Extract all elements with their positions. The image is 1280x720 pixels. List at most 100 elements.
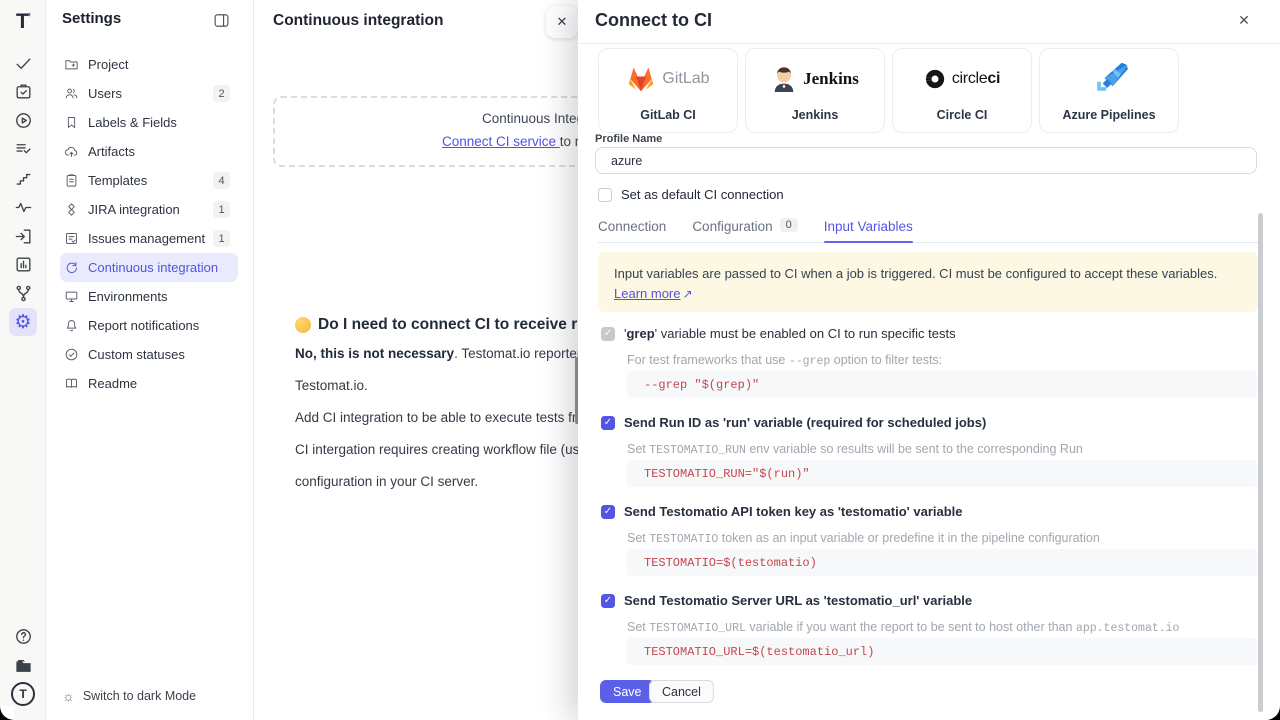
rail-item-account[interactable]: T xyxy=(9,680,37,708)
profile-name-label: Profile Name xyxy=(595,133,662,145)
page-title: Continuous integration xyxy=(273,12,443,30)
sidebar-item-continuous-integration[interactable]: Continuous integration xyxy=(60,253,238,282)
activity-icon xyxy=(14,198,33,217)
modal-tabs: Connection Configuration0 Input Variable… xyxy=(598,219,1258,243)
circleci-logo-icon xyxy=(924,68,946,90)
connect-ci-service-link[interactable]: Connect CI service xyxy=(442,134,560,149)
panel-collapse-icon xyxy=(213,12,230,29)
check-icon xyxy=(14,54,33,73)
sidebar-item-readme[interactable]: Readme xyxy=(60,369,238,398)
rail-item-results[interactable] xyxy=(9,135,37,163)
grep-variable-desc: For test frameworks that use --grep opti… xyxy=(627,353,942,368)
default-ci-checkbox-label: Set as default CI connection xyxy=(621,187,784,202)
folder-project-icon xyxy=(64,57,79,72)
gitlab-wordmark: GitLab xyxy=(662,70,709,88)
rail-item-import[interactable] xyxy=(9,222,37,250)
clipboard-text-icon xyxy=(64,173,79,188)
rail-item-projects[interactable] xyxy=(9,651,37,679)
connect-to-ci-modal: Connect to CI ✕ GitLab GitLab CI Jenkins… xyxy=(578,0,1280,720)
api-token-desc: Set TESTOMATIO token as an input variabl… xyxy=(627,531,1100,546)
grep-variable-row[interactable]: ✓ 'grep' variable must be enabled on CI … xyxy=(601,326,956,341)
rail-item-plans[interactable] xyxy=(9,77,37,105)
book-open-icon xyxy=(64,376,79,391)
rail-item-branches[interactable] xyxy=(9,279,37,307)
server-url-row[interactable]: ✓ Send Testomatio Server URL as 'testoma… xyxy=(601,593,972,608)
modal-title: Connect to CI xyxy=(595,10,712,31)
checkbox-icon[interactable]: ✓ xyxy=(601,416,615,430)
box-arrow-icon xyxy=(14,227,33,246)
server-url-desc: Set TESTOMATIO_URL variable if you want … xyxy=(627,620,1179,635)
cloud-upload-icon xyxy=(64,144,79,159)
sidebar-title: Settings xyxy=(62,10,121,27)
provider-card-jenkins[interactable]: Jenkins Jenkins xyxy=(745,48,885,133)
provider-label: GitLab CI xyxy=(599,108,737,122)
sidebar-item-project[interactable]: Project xyxy=(60,50,238,79)
provider-card-gitlab[interactable]: GitLab GitLab CI xyxy=(598,48,738,133)
checkbox-icon[interactable]: ✓ xyxy=(601,505,615,519)
users-icon xyxy=(64,86,79,101)
sidebar-item-jira-integration[interactable]: JIRA integration1 xyxy=(60,195,238,224)
api-token-row[interactable]: ✓ Send Testomatio API token key as 'test… xyxy=(601,504,963,519)
rail-item-analytics[interactable] xyxy=(9,193,37,221)
sidebar-item-templates[interactable]: Templates4 xyxy=(60,166,238,195)
gitlab-logo-icon xyxy=(626,65,656,93)
dark-mode-toggle[interactable]: ☼Switch to dark Mode xyxy=(62,688,196,704)
list-check-icon xyxy=(14,140,33,159)
collapse-sidebar-button[interactable] xyxy=(213,12,231,30)
sidebar-item-environments[interactable]: Environments xyxy=(60,282,238,311)
api-token-label: Send Testomatio API token key as 'testom… xyxy=(624,504,963,519)
profile-name-input[interactable] xyxy=(595,147,1257,174)
account-logo-icon: T xyxy=(11,682,35,706)
modal-close-button[interactable]: ✕ xyxy=(1234,12,1254,32)
screen-corner xyxy=(1266,706,1280,720)
checkbox-icon[interactable]: ✓ xyxy=(601,594,615,608)
rail-item-runs[interactable] xyxy=(9,106,37,134)
ci-loop-icon xyxy=(64,260,79,275)
users-badge: 2 xyxy=(213,85,230,102)
app-logo[interactable]: T' xyxy=(9,8,37,36)
learn-more-link[interactable]: Learn more xyxy=(614,286,680,301)
sidebar-item-issues-management[interactable]: Issues management1 xyxy=(60,224,238,253)
modal-header: Connect to CI ✕ xyxy=(578,0,1280,44)
jenkins-wordmark: Jenkins xyxy=(803,69,859,89)
help-circle-icon xyxy=(14,627,33,646)
provider-card-azure[interactable]: Azure Pipelines xyxy=(1039,48,1179,133)
save-button[interactable]: Save xyxy=(600,680,655,703)
run-id-label: Send Run ID as 'run' variable (required … xyxy=(624,415,986,430)
run-id-row[interactable]: ✓ Send Run ID as 'run' variable (require… xyxy=(601,415,986,430)
page-close-button[interactable]: ✕ xyxy=(546,6,578,38)
jira-badge: 1 xyxy=(213,201,230,218)
modal-scrollbar-thumb[interactable] xyxy=(1258,213,1263,712)
server-url-label: Send Testomatio Server URL as 'testomati… xyxy=(624,593,972,608)
sidebar-item-artifacts[interactable]: Artifacts xyxy=(60,137,238,166)
checkbox-icon[interactable]: ✓ xyxy=(601,327,615,341)
rail-item-reports[interactable] xyxy=(9,250,37,278)
rail-item-help[interactable] xyxy=(9,622,37,650)
server-url-code-sample: TESTOMATIO_URL=$(testomatio_url) xyxy=(627,638,1257,665)
configuration-count-badge: 0 xyxy=(780,218,798,232)
provider-card-circleci[interactable]: circleci Circle CI xyxy=(892,48,1032,133)
cancel-button[interactable]: Cancel xyxy=(649,680,714,703)
tab-configuration[interactable]: Configuration0 xyxy=(692,219,797,242)
rail-item-milestones[interactable] xyxy=(9,164,37,192)
sidebar-item-labels-fields[interactable]: Labels & Fields xyxy=(60,108,238,137)
default-ci-checkbox-row[interactable]: Set as default CI connection xyxy=(598,187,784,202)
provider-label: Circle CI xyxy=(893,108,1031,122)
logo-t-icon: T' xyxy=(16,10,30,34)
rail-item-tests[interactable] xyxy=(9,49,37,77)
api-token-code-sample: TESTOMATIO=$(testomatio) xyxy=(627,549,1257,576)
screen-corner xyxy=(0,706,14,720)
rail-item-settings[interactable]: ⚙ xyxy=(9,308,37,336)
sidebar-menu: Project Users2 Labels & Fields Artifacts… xyxy=(60,50,238,398)
folder-icon xyxy=(14,656,33,675)
run-id-code-sample: TESTOMATIO_RUN="$(run)" xyxy=(627,460,1257,487)
tab-input-variables[interactable]: Input Variables xyxy=(824,219,913,242)
run-id-desc: Set TESTOMATIO_RUN env variable so resul… xyxy=(627,442,1083,457)
icon-rail: T' ⚙ T xyxy=(0,0,46,720)
sidebar-item-users[interactable]: Users2 xyxy=(60,79,238,108)
sidebar-item-report-notifications[interactable]: Report notifications xyxy=(60,311,238,340)
sidebar-item-custom-statuses[interactable]: Custom statuses xyxy=(60,340,238,369)
checkbox-icon[interactable] xyxy=(598,188,612,202)
notice-text: Input variables are passed to CI when a … xyxy=(614,266,1217,281)
tab-connection[interactable]: Connection xyxy=(598,219,666,242)
